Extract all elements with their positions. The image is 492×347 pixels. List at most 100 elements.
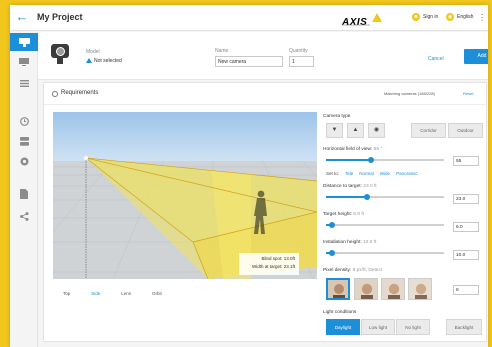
camera-model-icon [51,44,69,58]
back-arrow-icon[interactable]: ← [14,9,30,25]
distance-value-text: 23.0 ft [363,184,377,189]
reset-link[interactable]: Reset [463,91,473,96]
preset-tele[interactable]: Tele [345,171,353,176]
distance-label: Distance to target: 23.0 ft [323,184,377,189]
preset-panoramic[interactable]: Panoramic [396,171,418,176]
sidebar [10,32,38,347]
preset-row: Set to: Tele Normal Wide Panoramic [326,171,418,176]
install-height-knob[interactable] [328,250,335,256]
model-value-text: Not selected [94,58,122,64]
sidebar-item-storage[interactable] [10,132,38,150]
sign-in-link[interactable]: ☻ Sign in [412,13,438,21]
distance-label-text: Distance to target: [323,184,362,189]
install-height-input[interactable]: 10.0 [453,250,479,260]
clock-icon [19,116,29,126]
scene-viewport[interactable]: Blind spot: 13.0ft Width at target: 23.1… [53,112,317,279]
language-selector[interactable]: ◉ English [446,13,473,21]
target-height-input[interactable]: 6.0 [453,222,479,232]
page-title: My Project [37,12,83,22]
pixel-density-thumb-2[interactable] [354,278,378,300]
tab-side[interactable]: Side [91,291,100,296]
camera-type-box[interactable]: ▼ [326,123,343,138]
corridor-button[interactable]: Corridor [411,123,446,138]
distance-input[interactable]: 23.0 [453,194,479,204]
pixel-density-input[interactable]: 8 [453,285,479,295]
width-at-target-text: Width at target: 23.1ft [251,264,295,269]
face-thumb-icon [328,280,348,298]
sign-in-label: Sign in [423,14,439,20]
logo-subtitle: COMMUNICATIONS [342,23,370,27]
sidebar-item-documents[interactable] [10,185,38,203]
hfov-input[interactable]: 55 [453,156,479,166]
pixel-density-label: Pixel density: 8 px/ft, Detect [323,268,382,273]
face-thumb-icon [382,279,404,299]
target-height-slider[interactable] [326,222,444,228]
outdoor-button[interactable]: Outdoor [448,123,483,138]
pixel-density-thumb-3[interactable] [381,278,405,300]
cancel-button[interactable]: Cancel [428,56,444,62]
add-button[interactable]: Add [464,49,488,64]
target-height-knob[interactable] [328,222,335,228]
sidebar-item-list[interactable] [10,74,38,92]
install-height-slider[interactable] [326,250,444,256]
top-bar: ← My Project AXIS COMMUNICATIONS ☻ Sign … [10,5,488,31]
view-tabs: Top Side Lens Orbit [63,291,162,296]
pixel-density-thumb-4[interactable] [408,278,432,300]
hfov-value-text: 55 ° [373,147,383,152]
globe-icon: ◉ [446,13,454,21]
document-icon [20,189,28,199]
hfov-label: Horizontal field of view: 55 ° [323,147,382,152]
camera-form-header: Model Not selected Name New camera Quant… [38,32,488,80]
light-lowlight-button[interactable]: Low light [361,319,395,335]
camera-type-ptz[interactable]: ◉ [368,123,385,138]
sidebar-item-schedule[interactable] [10,112,38,130]
preset-wide[interactable]: Wide [380,171,390,176]
distance-slider[interactable] [326,194,444,200]
light-conditions-label: Light conditions [323,310,357,315]
light-nolight-button[interactable]: No light [396,319,430,335]
pixel-density-thumb-1[interactable] [326,278,350,300]
hfov-knob[interactable] [367,157,374,163]
tab-top[interactable]: Top [63,291,70,296]
install-height-label-text: Installation height: [323,240,362,245]
pixel-density-label-text: Pixel density: [323,268,352,273]
sidebar-item-cameras[interactable] [10,33,38,51]
camera-icon [18,37,30,47]
requirements-title: Requirements [61,90,99,96]
sidebar-item-share[interactable] [10,207,38,225]
language-label: English [457,14,474,20]
monitor-icon [19,58,29,66]
collapse-icon[interactable] [52,91,58,97]
matching-cameras-count: Matching cameras (185/228) [384,91,435,96]
sidebar-item-recording[interactable] [10,152,38,170]
sidebar-item-monitoring[interactable] [10,53,38,71]
more-menu-icon[interactable]: ⋮ [478,13,486,22]
tab-orbit[interactable]: Orbit [152,291,162,296]
name-input[interactable]: New camera [215,56,283,67]
camera-stand-icon [57,58,63,64]
name-label: Name [215,48,229,54]
list-icon [19,79,29,87]
light-backlight-button[interactable]: Backlight [446,319,482,335]
light-daylight-button[interactable]: Daylight [326,319,360,335]
axis-logo: AXIS COMMUNICATIONS [342,12,382,30]
hfov-fill [326,159,371,161]
record-icon [20,157,28,165]
camera-type-dome[interactable]: ▲ [347,123,364,138]
warning-icon [86,58,92,63]
install-height-label: Installation height: 10.0 ft [323,240,376,245]
preset-normal[interactable]: Normal [359,171,374,176]
model-label: Model [86,49,100,55]
hfov-slider[interactable] [326,157,444,163]
target-height-value-text: 6.0 ft [353,212,365,217]
target-height-label-text: Target height: [323,212,353,217]
requirements-panel: Requirements Matching cameras (185/228) … [43,82,487,342]
requirements-header[interactable]: Requirements Matching cameras (185/228) … [44,83,486,105]
blind-spot-text: Blind spot: 13.0ft [261,256,295,261]
distance-knob[interactable] [364,194,371,200]
model-value[interactable]: Not selected [86,58,122,64]
app-window: ← My Project AXIS COMMUNICATIONS ☻ Sign … [10,5,488,347]
tab-lens[interactable]: Lens [121,291,131,296]
quantity-input[interactable]: 1 [289,56,314,67]
target-height-label: Target height: 6.0 ft [323,212,364,217]
